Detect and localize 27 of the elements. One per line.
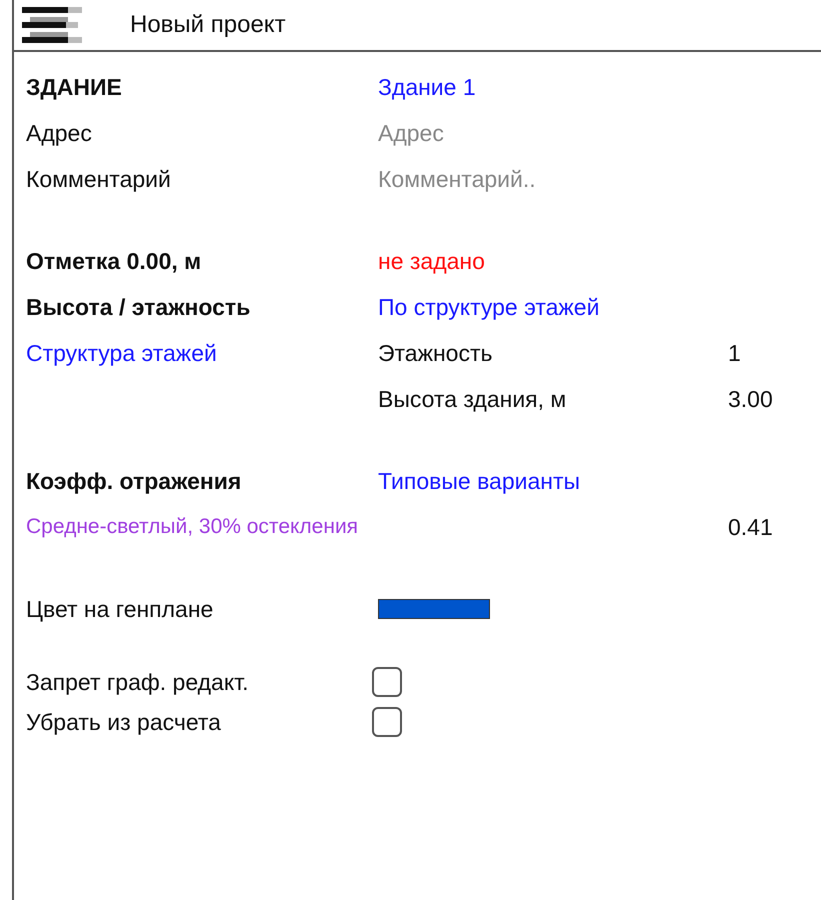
field-label: Коэфф. отражения	[26, 466, 242, 496]
checkbox-label: Запрет граф. редакт.	[26, 668, 250, 697]
floor-structure-link[interactable]: Структура этажей	[26, 330, 378, 376]
checkbox-label: Убрать из расчета	[26, 708, 222, 737]
elevation-value: не задано	[378, 246, 486, 276]
field-label: Этажность	[378, 338, 494, 368]
field-label: Отметка 0.00, м	[26, 246, 202, 276]
logo-icon	[22, 7, 84, 43]
checkbox[interactable]	[372, 707, 402, 737]
field-label: Высота / этажность	[26, 292, 252, 322]
reflection-value: 0.41	[728, 512, 774, 542]
field-label: Высота здания, м	[378, 384, 568, 414]
color-swatch[interactable]	[378, 599, 490, 619]
text-field[interactable]: Адрес	[378, 120, 678, 146]
presets-link[interactable]: Типовые варианты	[378, 458, 728, 504]
height-mode-link[interactable]: По структуре этажей	[378, 284, 728, 330]
building-name-link[interactable]: Здание 1	[378, 64, 728, 110]
section-heading: ЗДАНИЕ	[26, 72, 123, 102]
field-value: 1	[728, 338, 742, 368]
checkbox[interactable]	[372, 667, 402, 697]
project-title: Новый проект	[130, 11, 286, 39]
reflection-preset: Средне-светлый, 30% остекления	[26, 514, 360, 540]
field-label: Адрес	[26, 118, 93, 148]
text-field[interactable]: Комментарий..	[378, 166, 678, 192]
field-label: Цвет на генплане	[26, 594, 214, 624]
field-label: Комментарий	[26, 164, 172, 194]
field-value: 3.00	[728, 384, 774, 414]
